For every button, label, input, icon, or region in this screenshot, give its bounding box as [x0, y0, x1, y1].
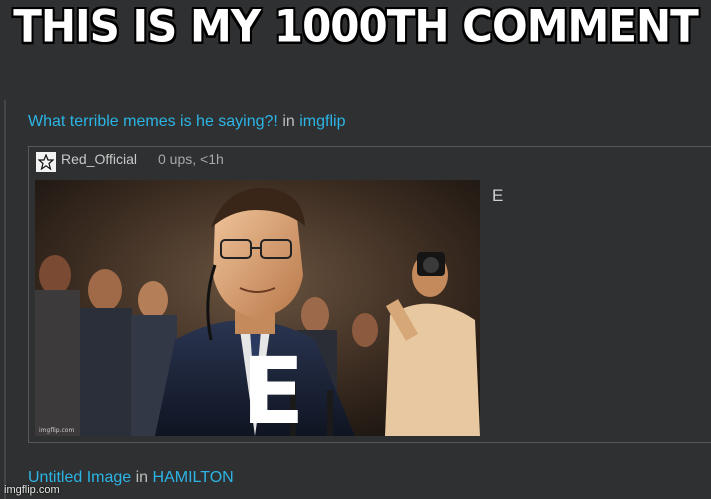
meme-image[interactable]: E imgflip.com — [35, 180, 480, 436]
comment-header: What terrible memes is he saying?! in im… — [28, 113, 345, 131]
meme-image-letter: E — [242, 338, 305, 436]
in-label: in — [282, 113, 295, 130]
reply-text: E — [492, 186, 504, 205]
stream-link[interactable]: imgflip — [299, 113, 345, 130]
meme-image-watermark: imgflip.com — [39, 427, 74, 434]
star-icon[interactable] — [36, 152, 56, 172]
imgflip-watermark: imgflip.com — [4, 484, 60, 496]
footer-stream-link[interactable]: HAMILTON — [153, 469, 234, 486]
username-link[interactable]: Red_Official — [61, 151, 137, 167]
footer-in-label: in — [135, 469, 149, 486]
reply-meta: 0 ups, <1h — [158, 151, 224, 167]
meme-title-link[interactable]: What terrible memes is he saying?! — [28, 113, 278, 130]
thread-line — [4, 100, 6, 499]
meme-canvas: THIS IS MY 1000TH COMMENT What terrible … — [0, 0, 711, 499]
meme-caption: THIS IS MY 1000TH COMMENT — [13, 0, 699, 53]
meme-image-graphic: E imgflip.com — [35, 180, 480, 436]
